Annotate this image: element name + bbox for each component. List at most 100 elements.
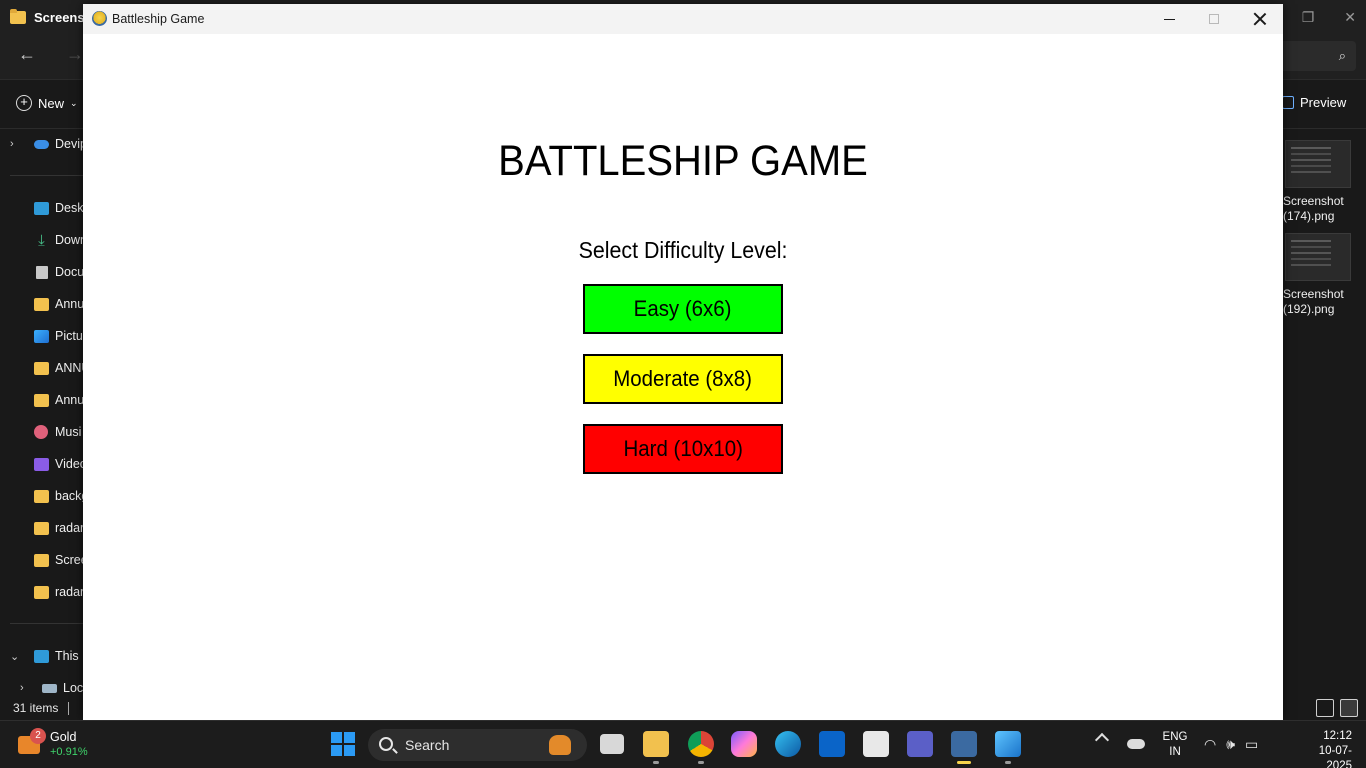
- search-highlight-icon: [549, 735, 571, 755]
- widget-title: Gold: [50, 730, 77, 744]
- restore-icon[interactable]: ❐: [1302, 9, 1315, 26]
- explorer-tab[interactable]: Screens: [10, 0, 85, 34]
- wifi-icon: ◠: [1204, 736, 1217, 752]
- file-name-line: Screenshot: [1283, 287, 1344, 301]
- sidebar-item-this-pc[interactable]: ⌄ This P: [0, 643, 83, 669]
- photos-icon[interactable]: [995, 731, 1021, 757]
- clock[interactable]: 12:12 10-07-2025: [1306, 729, 1352, 768]
- explorer-sidebar: › Devip Deskt ⤓ Down Docu Annu Pictu ANNU…: [0, 130, 83, 698]
- forward-arrow-icon[interactable]: →: [66, 44, 84, 65]
- clock-time: 12:12: [1323, 730, 1352, 742]
- teams-icon[interactable]: [907, 731, 933, 757]
- chevron-right-icon[interactable]: ›: [10, 138, 14, 150]
- sidebar-item-folder[interactable]: backg: [0, 483, 83, 509]
- new-button[interactable]: + New ⌄: [16, 95, 78, 111]
- onedrive-cloud-icon[interactable]: [1127, 739, 1145, 749]
- hard-difficulty-button[interactable]: Hard (10x10): [583, 424, 783, 474]
- folder-icon: [34, 393, 49, 407]
- disk-icon: [42, 684, 57, 693]
- folder-icon: [10, 8, 26, 24]
- sidebar-item-onedrive[interactable]: › Devip: [0, 131, 83, 157]
- stock-widget[interactable]: 2 Gold +0.91%: [18, 728, 108, 762]
- maximize-icon: [1209, 14, 1219, 24]
- sidebar-item-label: Scree: [55, 553, 83, 567]
- copilot-icon[interactable]: [731, 731, 757, 757]
- sidebar-item-downloads[interactable]: ⤓ Down: [0, 227, 83, 253]
- windows-logo-icon: [331, 732, 342, 743]
- preview-pane-icon: [1282, 96, 1294, 109]
- details-view-icon[interactable]: [1316, 699, 1334, 717]
- sidebar-item-folder[interactable]: ANNU: [0, 355, 83, 381]
- file-name[interactable]: Screenshot (174).png: [1283, 194, 1344, 224]
- minimize-icon: [1163, 18, 1175, 20]
- sidebar-item-label: Video: [55, 457, 83, 471]
- file-thumbnail[interactable]: [1285, 140, 1351, 188]
- active-indicator: [957, 761, 971, 764]
- sidebar-item-folder[interactable]: radar: [0, 579, 83, 605]
- sidebar-item-music[interactable]: Musi: [0, 419, 83, 445]
- close-button[interactable]: [1237, 4, 1283, 34]
- sidebar-item-label: Pictu: [55, 329, 83, 343]
- python-icon[interactable]: [951, 731, 977, 757]
- preview-button-label: Preview: [1300, 95, 1347, 110]
- sidebar-item-documents[interactable]: Docu: [0, 259, 83, 285]
- language-indicator[interactable]: ENG IN: [1160, 730, 1190, 760]
- folder-icon: [34, 361, 49, 375]
- sidebar-item-pictures[interactable]: Pictu: [0, 323, 83, 349]
- outlook-icon[interactable]: [819, 731, 845, 757]
- system-tray-icons[interactable]: ◠ 🕪 ▭: [1204, 736, 1258, 753]
- new-button-label: New: [38, 95, 65, 111]
- easy-difficulty-button[interactable]: Easy (6x6): [583, 284, 783, 334]
- file-name[interactable]: Screenshot (192).png: [1283, 287, 1344, 317]
- maximize-button[interactable]: [1191, 4, 1237, 34]
- sidebar-item-folder[interactable]: Annu: [0, 291, 83, 317]
- tiles-view-icon[interactable]: [1340, 699, 1358, 717]
- edge-icon[interactable]: [775, 731, 801, 757]
- explorer-search-box[interactable]: ⌕: [1280, 41, 1356, 71]
- sidebar-item-label: backg: [55, 489, 83, 503]
- view-controls: [1316, 699, 1358, 717]
- close-icon[interactable]: ✕: [1344, 9, 1356, 26]
- sidebar-divider: [10, 623, 83, 624]
- chevron-down-icon[interactable]: ⌄: [10, 650, 19, 663]
- sidebar-item-label: Annu: [55, 297, 83, 311]
- pictures-icon: [34, 329, 49, 343]
- folder-icon: [34, 521, 49, 535]
- sidebar-item-desktop[interactable]: Deskt: [0, 195, 83, 221]
- game-titlebar[interactable]: Battleship Game: [83, 4, 1283, 34]
- show-hidden-icons-chevron-icon[interactable]: [1094, 732, 1110, 748]
- task-view-icon[interactable]: [600, 734, 624, 754]
- sidebar-item-folder[interactable]: Scree: [0, 547, 83, 573]
- file-name-line: (192).png: [1283, 302, 1335, 316]
- file-thumbnail[interactable]: [1285, 233, 1351, 281]
- document-icon: [36, 265, 48, 279]
- file-explorer-icon[interactable]: [643, 731, 669, 757]
- chrome-icon[interactable]: [688, 731, 714, 757]
- taskbar: 2 Gold +0.91% Search ENG IN ◠ 🕪 ▭ 12:12 …: [0, 720, 1366, 768]
- cloud-icon: [34, 140, 49, 149]
- sidebar-item-folder[interactable]: Annu: [0, 387, 83, 413]
- start-button[interactable]: [331, 732, 355, 756]
- explorer-file-thumbnails: Screenshot (174).png Screenshot (192).pn…: [1283, 130, 1366, 698]
- sidebar-item-folder[interactable]: radar: [0, 515, 83, 541]
- store-icon[interactable]: [863, 731, 889, 757]
- computer-icon: [34, 649, 49, 663]
- search-placeholder: Search: [405, 737, 450, 753]
- battery-icon: ▭: [1245, 736, 1259, 752]
- running-indicator: [698, 761, 704, 764]
- sidebar-item-videos[interactable]: Video: [0, 451, 83, 477]
- chevron-right-icon[interactable]: ›: [20, 682, 24, 694]
- sidebar-item-label: ANNU: [55, 361, 83, 375]
- moderate-difficulty-button[interactable]: Moderate (8x8): [583, 354, 783, 404]
- preview-button[interactable]: Preview: [1282, 95, 1346, 110]
- running-indicator: [653, 761, 659, 764]
- taskbar-search-box[interactable]: Search: [368, 729, 587, 761]
- folder-icon: [34, 297, 49, 311]
- search-icon: ⌕: [1338, 48, 1346, 63]
- minimize-button[interactable]: [1146, 4, 1192, 34]
- back-arrow-icon[interactable]: ←: [18, 44, 36, 65]
- easy-button-label: Easy (6x6): [634, 296, 732, 321]
- sidebar-item-label: radar: [55, 585, 83, 599]
- pygame-snake-icon: [92, 11, 107, 26]
- sidebar-divider: [10, 175, 83, 176]
